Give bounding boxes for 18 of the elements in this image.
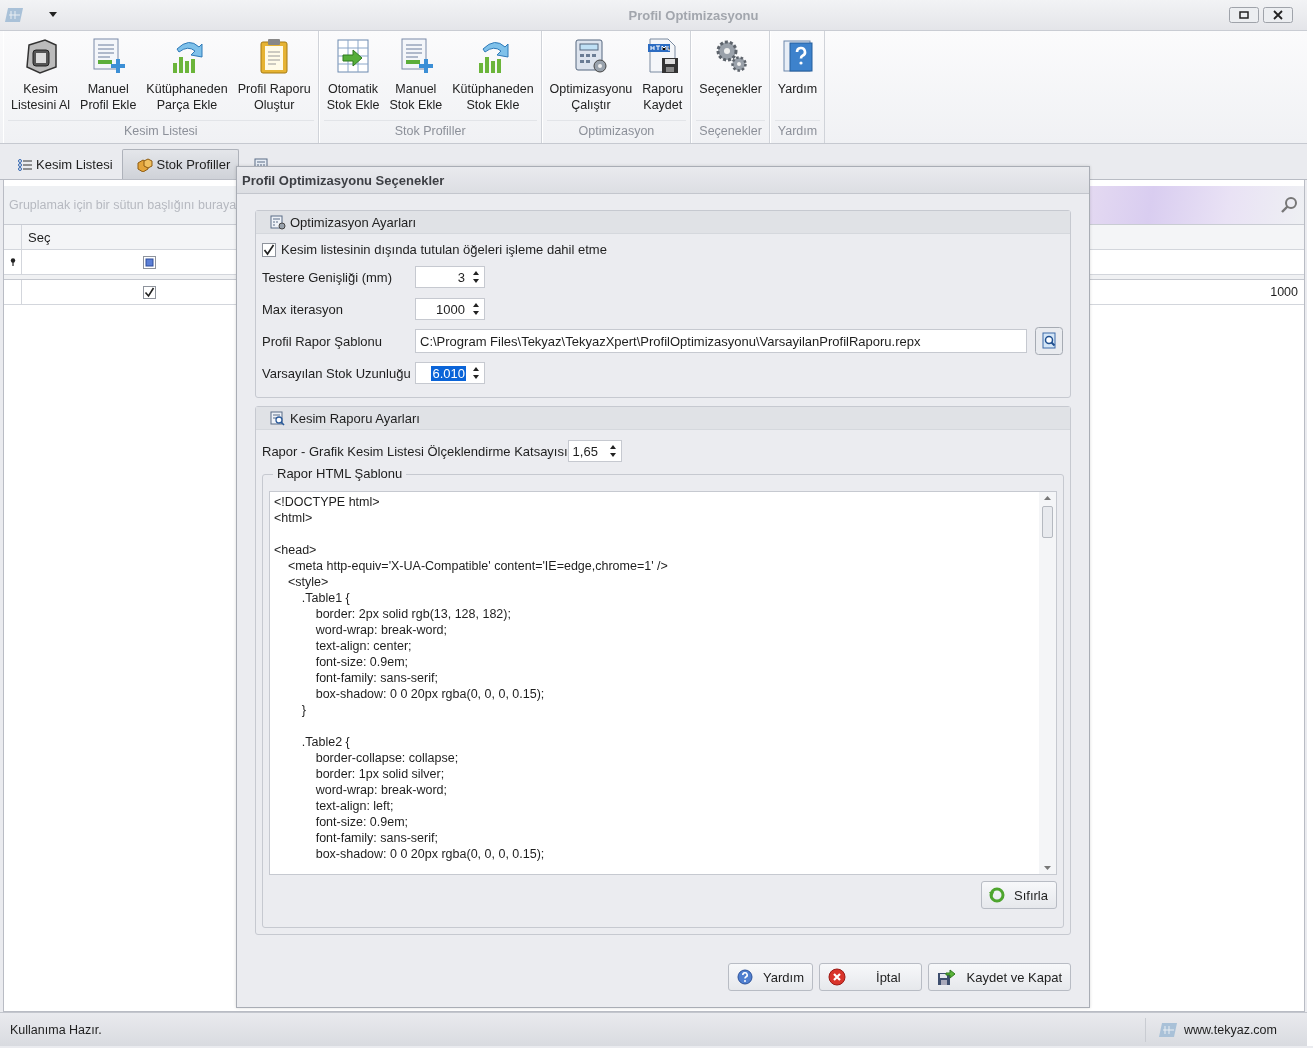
group-title: Optimizasyon Ayarları: [290, 214, 417, 230]
group-title: Rapor HTML Şablonu: [273, 466, 407, 481]
dialog-title: Profil Optimizasyonu Seçenekler: [237, 167, 1089, 194]
status-message: Kullanıma Hazır.: [10, 1022, 102, 1037]
group-title: Kesim Raporu Ayarları: [290, 410, 420, 426]
field-label: Max iterasyon: [262, 301, 344, 317]
field-label: Rapor - Grafik Kesim Listesi Ölçeklendirme Katsayısı: [262, 443, 568, 459]
table-cell: 1000: [1270, 285, 1298, 299]
group-title: Yardım: [774, 120, 821, 143]
window-title: Profil Optimizasyonu: [628, 7, 759, 23]
group-title: Optimizasyon: [546, 120, 687, 143]
checkbox-label: Kesim listesinin dışında tutulan öğeleri işleme dahil etme: [281, 242, 607, 257]
group-title: Kesim Listesi: [8, 120, 314, 143]
group-title: Seçenekler: [696, 120, 765, 143]
field-label: Testere Genişliği (mm): [262, 269, 394, 285]
group-title: Stok Profiller: [323, 120, 537, 143]
field-label: Varsayılan Stok Uzunluğu: [262, 365, 412, 381]
field-label: Profil Rapor Şablonu: [262, 333, 383, 349]
